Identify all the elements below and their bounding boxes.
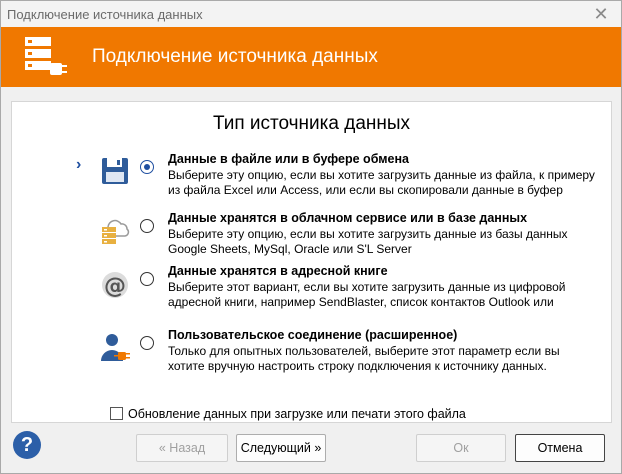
- option-title: Пользовательское соединение (расширенное…: [168, 328, 458, 342]
- source-type-panel: Тип источника данных › Данные в файле ил…: [11, 101, 612, 423]
- ok-button[interactable]: Ок: [416, 434, 506, 462]
- option-address-radio[interactable]: [140, 272, 154, 286]
- option-file-clipboard[interactable]: › Данные в файле или в буфере обмена Выб…: [12, 150, 611, 206]
- option-title: Данные в файле или в буфере обмена: [168, 152, 409, 166]
- option-custom-connection[interactable]: Пользовательское соединение (расширенное…: [12, 326, 611, 382]
- option-cloud-radio[interactable]: [140, 219, 154, 233]
- option-description: Выберите эту опцию, если вы хотите загру…: [168, 168, 595, 197]
- back-button[interactable]: « Назад: [136, 434, 228, 462]
- option-cloud-database[interactable]: Данные хранятся в облачном сервисе или в…: [12, 209, 611, 265]
- title-bar: Подключение источника данных ✕: [1, 1, 621, 27]
- help-icon[interactable]: ?: [13, 431, 41, 459]
- next-button[interactable]: Следующий »: [236, 434, 326, 462]
- close-icon[interactable]: ✕: [591, 3, 611, 25]
- option-file-radio[interactable]: [140, 160, 154, 174]
- cloud-database-icon: [102, 219, 130, 244]
- option-address-book[interactable]: @ Данные хранятся в адресной книге Выбер…: [12, 262, 611, 318]
- floppy-disk-icon: [102, 158, 128, 184]
- svg-text:@: @: [104, 274, 126, 299]
- dialog-window: Подключение источника данных ✕ Подключен…: [0, 0, 622, 474]
- panel-title: Тип источника данных: [212, 113, 411, 134]
- database-plug-icon: [25, 37, 67, 75]
- checkbox-label: Обновление данных при загрузке или печат…: [128, 407, 466, 421]
- option-title: Данные хранятся в адресной книге: [168, 264, 388, 278]
- window-title: Подключение источника данных: [7, 7, 203, 22]
- option-description: Выберите этот вариант, если вы хотите за…: [168, 280, 566, 309]
- option-description: Только для опытных пользователей, выбери…: [168, 344, 560, 373]
- selection-chevron-icon: ›: [76, 156, 82, 173]
- option-custom-radio[interactable]: [140, 336, 154, 350]
- option-title: Данные хранятся в облачном сервисе или в…: [168, 211, 528, 225]
- header-banner: Подключение источника данных: [1, 27, 621, 87]
- user-plug-icon: [101, 334, 130, 361]
- refresh-on-load-checkbox[interactable]: Обновление данных при загрузке или печат…: [110, 407, 466, 421]
- cancel-button[interactable]: Отмена: [515, 434, 605, 462]
- option-description: Выберите эту опцию, если вы хотите загру…: [168, 227, 568, 256]
- header-title: Подключение источника данных: [92, 46, 378, 67]
- at-sign-icon: @: [102, 272, 128, 299]
- checkbox-box[interactable]: [110, 407, 123, 420]
